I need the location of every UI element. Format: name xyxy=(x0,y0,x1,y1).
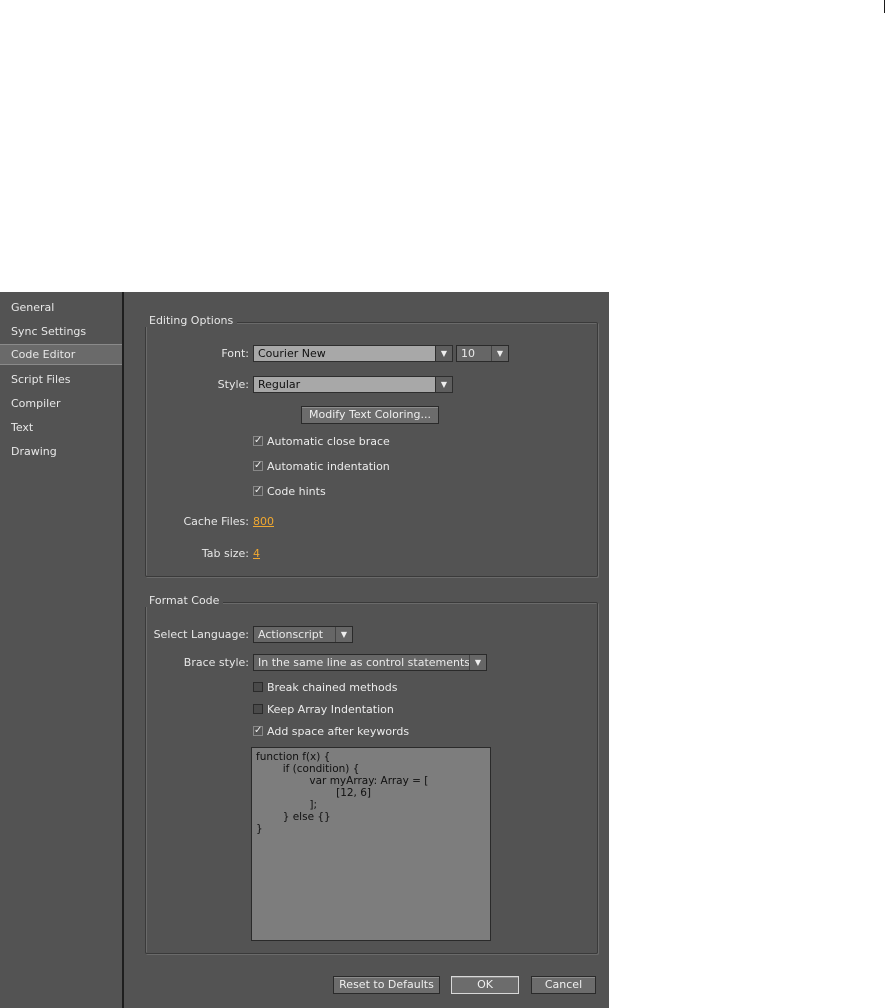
checkmark-icon: ✓ xyxy=(253,460,263,471)
sidebar-item-script-files[interactable]: Script Files xyxy=(0,369,122,390)
auto-indentation-label: Automatic indentation xyxy=(267,460,390,473)
code-line: function f(x) { xyxy=(256,751,331,763)
font-label: Font: xyxy=(221,347,249,360)
add-space-after-keywords-label: Add space after keywords xyxy=(267,725,410,738)
code-line: var myArray: Array = [ xyxy=(256,775,429,787)
sidebar-item-sync-settings[interactable]: Sync Settings xyxy=(0,321,122,342)
sidebar-item-general[interactable]: General xyxy=(0,297,122,318)
format-code-title: Format Code xyxy=(145,594,224,607)
font-select-value: Courier New xyxy=(258,347,326,360)
auto-indentation-checkbox[interactable]: ✓ Automatic indentation xyxy=(253,460,453,474)
auto-close-brace-label: Automatic close brace xyxy=(267,435,390,448)
brace-style-value: In the same line as control statements xyxy=(258,656,471,669)
tab-size-label: Tab size: xyxy=(201,547,249,560)
brace-style-select[interactable]: In the same line as control statements ▼ xyxy=(253,654,487,671)
language-select[interactable]: Actionscript ▼ xyxy=(253,626,353,643)
editing-options-title: Editing Options xyxy=(145,314,238,327)
checkbox-box xyxy=(253,704,263,714)
tab-size-value[interactable]: 4 xyxy=(253,547,260,560)
font-select[interactable]: Courier New ▼ xyxy=(253,345,453,362)
preferences-dialog: General Sync Settings Code Editor Script… xyxy=(0,292,609,1008)
style-label: Style: xyxy=(217,378,249,391)
code-line: } xyxy=(256,823,263,835)
language-select-value: Actionscript xyxy=(258,628,324,641)
checkmark-icon: ✓ xyxy=(253,435,263,446)
ok-button[interactable]: OK xyxy=(451,976,519,994)
keep-array-indentation-label: Keep Array Indentation xyxy=(267,703,394,716)
keep-array-indentation-checkbox[interactable]: Keep Array Indentation xyxy=(253,703,453,717)
checkmark-icon: ✓ xyxy=(253,725,263,736)
break-chained-methods-label: Break chained methods xyxy=(267,681,398,694)
code-hints-checkbox[interactable]: ✓ Code hints xyxy=(253,485,453,499)
chevron-down-icon: ▼ xyxy=(435,346,452,361)
code-hints-label: Code hints xyxy=(267,485,326,498)
checkbox-box xyxy=(253,682,263,692)
sidebar-divider xyxy=(122,292,124,1008)
font-size-select[interactable]: 10 ▼ xyxy=(456,345,509,362)
cancel-button[interactable]: Cancel xyxy=(531,976,596,994)
cache-files-label: Cache Files: xyxy=(183,515,249,528)
category-sidebar: General Sync Settings Code Editor Script… xyxy=(0,292,122,1008)
chevron-down-icon: ▼ xyxy=(469,655,486,670)
sidebar-item-compiler[interactable]: Compiler xyxy=(0,393,122,414)
reset-to-defaults-button[interactable]: Reset to Defaults xyxy=(333,976,440,994)
style-select[interactable]: Regular ▼ xyxy=(253,376,453,393)
sidebar-item-code-editor[interactable]: Code Editor xyxy=(0,344,122,365)
window-edge-mark xyxy=(884,0,885,13)
style-select-value: Regular xyxy=(258,378,301,391)
code-preview: function f(x) { if (condition) { var myA… xyxy=(251,747,491,941)
code-line: } else {} xyxy=(256,811,331,823)
code-line: if (condition) { xyxy=(256,763,360,775)
auto-close-brace-checkbox[interactable]: ✓ Automatic close brace xyxy=(253,435,453,449)
chevron-down-icon: ▼ xyxy=(491,346,508,361)
sidebar-item-drawing[interactable]: Drawing xyxy=(0,441,122,462)
checkmark-icon: ✓ xyxy=(253,485,263,496)
add-space-after-keywords-checkbox[interactable]: ✓ Add space after keywords xyxy=(253,725,453,739)
modify-text-coloring-button[interactable]: Modify Text Coloring... xyxy=(301,406,439,424)
chevron-down-icon: ▼ xyxy=(335,627,352,642)
select-language-label: Select Language: xyxy=(153,628,249,641)
break-chained-methods-checkbox[interactable]: Break chained methods xyxy=(253,681,453,695)
code-line: ]; xyxy=(256,799,318,811)
font-size-value: 10 xyxy=(461,347,475,360)
chevron-down-icon: ▼ xyxy=(435,377,452,392)
code-line: [12, 6] xyxy=(256,787,372,799)
brace-style-label: Brace style: xyxy=(183,656,249,669)
sidebar-item-text[interactable]: Text xyxy=(0,417,122,438)
cache-files-value[interactable]: 800 xyxy=(253,515,274,528)
